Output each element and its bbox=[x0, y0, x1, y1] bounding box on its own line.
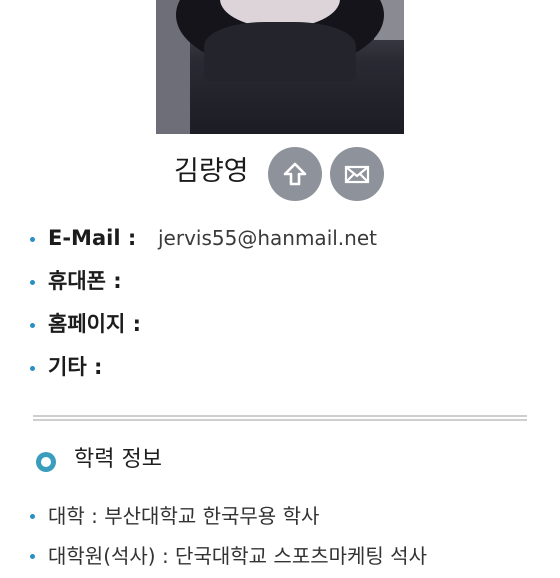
education-section-title: 학력 정보 bbox=[74, 447, 162, 472]
envelope-icon bbox=[344, 165, 370, 184]
info-row-homepage: 홈페이지 : bbox=[30, 306, 530, 349]
contact-info-list: E-Mail : jervis55@hanmail.net 휴대폰 : 홈페이지… bbox=[30, 220, 530, 392]
phone-label: 휴대폰 : bbox=[48, 269, 122, 293]
section-circle-icon bbox=[36, 452, 56, 472]
up-arrow-icon bbox=[283, 162, 307, 186]
bullet-icon bbox=[30, 366, 35, 371]
homepage-label: 홈페이지 : bbox=[48, 312, 141, 336]
bullet-icon bbox=[30, 323, 35, 328]
email-label: E-Mail : bbox=[48, 226, 137, 250]
info-row-etc: 기타 : bbox=[30, 349, 530, 392]
bullet-icon bbox=[30, 514, 35, 519]
info-row-phone: 휴대폰 : bbox=[30, 263, 530, 306]
bullet-icon bbox=[30, 237, 35, 242]
section-divider bbox=[33, 415, 527, 421]
education-list: 대학 : 부산대학교 한국무용 학사 대학원(석사) : 단국대학교 스포츠마케… bbox=[30, 498, 550, 578]
education-item: 대학 : 부산대학교 한국무용 학사 bbox=[48, 504, 320, 528]
email-value[interactable]: jervis55@hanmail.net bbox=[158, 220, 377, 256]
list-item: 대학 : 부산대학교 한국무용 학사 bbox=[30, 498, 550, 538]
bullet-icon bbox=[30, 554, 35, 559]
list-item: 대학원(석사) : 단국대학교 스포츠마케팅 석사 bbox=[30, 538, 550, 578]
bullet-icon bbox=[30, 280, 35, 285]
education-item: 대학원(석사) : 단국대학교 스포츠마케팅 석사 bbox=[48, 544, 427, 568]
info-row-email: E-Mail : jervis55@hanmail.net bbox=[30, 220, 530, 263]
profile-photo bbox=[156, 0, 404, 134]
scroll-top-button[interactable] bbox=[268, 147, 322, 201]
etc-label: 기타 : bbox=[48, 355, 103, 379]
profile-name: 김량영 bbox=[174, 156, 249, 187]
email-button[interactable] bbox=[330, 147, 384, 201]
